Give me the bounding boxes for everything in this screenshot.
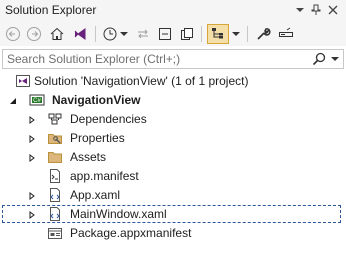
xaml-file-icon — [47, 206, 63, 222]
wrench-icon — [257, 28, 271, 40]
tree-item-label: Dependencies — [70, 112, 147, 126]
collapsed-triangle-icon[interactable] — [27, 191, 37, 201]
manifest-file-icon — [47, 168, 63, 184]
view-options-dropdown[interactable] — [230, 24, 242, 44]
tree-item-label: App.xaml — [70, 188, 121, 202]
switch-views-button[interactable] — [70, 24, 90, 44]
folder-icon — [47, 149, 63, 165]
toolbar-separator — [201, 26, 202, 42]
chevron-down-icon — [120, 32, 128, 36]
forward-button[interactable] — [25, 24, 43, 44]
collapsed-triangle-icon[interactable] — [27, 115, 37, 125]
tree-item-label: Properties — [70, 131, 125, 145]
home-icon — [50, 27, 64, 40]
tree-item-properties[interactable]: Properties — [0, 129, 346, 148]
preview-button[interactable] — [277, 24, 295, 44]
collapsed-triangle-icon[interactable] — [27, 134, 37, 144]
chevron-down-icon — [232, 32, 240, 36]
home-button[interactable] — [47, 24, 67, 44]
close-icon — [328, 5, 338, 15]
tree-item-mainwindow-xaml[interactable]: MainWindow.xaml — [0, 205, 346, 224]
back-arrow-icon — [6, 27, 20, 41]
collapsed-triangle-icon[interactable] — [27, 210, 37, 220]
toolbar-separator — [95, 26, 96, 42]
collapsed-triangle-icon[interactable] — [27, 153, 37, 163]
tree-item-package-appxmanifest[interactable]: Package.appxmanifest — [0, 224, 346, 243]
pending-changes-filter-button[interactable] — [100, 24, 130, 44]
tree-item-label: Solution 'NavigationView' (1 of 1 projec… — [34, 74, 249, 88]
tree-item-label: NavigationView — [52, 93, 141, 107]
window-position-dropdown[interactable] — [292, 2, 308, 18]
solution-icon — [15, 73, 31, 89]
properties-icon — [47, 130, 63, 146]
properties-button[interactable] — [253, 24, 273, 44]
search-button[interactable] — [311, 51, 327, 67]
search-icon — [312, 52, 326, 66]
appxmanifest-icon — [47, 225, 63, 241]
tree-item-dependencies[interactable]: Dependencies — [0, 110, 346, 129]
csharp-project-icon: C# — [29, 92, 45, 108]
tree-item-project[interactable]: C# NavigationView — [0, 91, 346, 110]
preview-selected-items-button[interactable] — [207, 24, 229, 44]
show-all-files-button[interactable] — [178, 24, 196, 44]
pin-button[interactable] — [308, 2, 324, 18]
chevron-down-icon — [296, 8, 304, 12]
visual-studio-icon — [74, 28, 86, 40]
tree-item-assets[interactable]: Assets — [0, 148, 346, 167]
tree-item-label: Package.appxmanifest — [70, 226, 192, 240]
tree-item-label: app.manifest — [70, 169, 139, 183]
clock-icon — [103, 27, 117, 41]
svg-text:C#: C# — [33, 98, 41, 104]
search-input[interactable]: Search Solution Explorer (Ctrl+;) — [7, 52, 180, 66]
tree-item-solution[interactable]: Solution 'NavigationView' (1 of 1 projec… — [0, 72, 346, 91]
tree-item-app-xaml[interactable]: App.xaml — [0, 186, 346, 205]
sync-active-document-button[interactable] — [134, 24, 152, 44]
title-bar: Solution Explorer — [0, 0, 346, 22]
close-button[interactable] — [325, 2, 341, 18]
back-button[interactable] — [4, 24, 22, 44]
toolbar-separator — [247, 26, 248, 42]
tree-view-icon — [212, 28, 223, 39]
window-title: Solution Explorer — [5, 3, 97, 17]
collapse-all-icon — [159, 28, 171, 40]
sync-arrows-icon — [138, 29, 148, 39]
chevron-down-icon — [331, 57, 339, 61]
collapse-all-button[interactable] — [156, 24, 174, 44]
forward-arrow-icon — [27, 27, 41, 41]
search-options-dropdown[interactable] — [329, 51, 341, 67]
preview-icon — [279, 27, 293, 37]
search-box[interactable]: Search Solution Explorer (Ctrl+;) — [2, 49, 344, 69]
expanded-triangle-icon[interactable] — [8, 96, 18, 106]
xaml-file-icon — [47, 187, 63, 203]
tree-item-label: MainWindow.xaml — [70, 207, 167, 221]
show-all-files-icon — [181, 28, 193, 40]
dependencies-icon — [47, 111, 63, 127]
pin-icon — [311, 4, 321, 15]
tree-item-label: Assets — [70, 150, 107, 164]
toolbar — [0, 22, 346, 46]
tree-item-app-manifest[interactable]: app.manifest — [0, 167, 346, 186]
